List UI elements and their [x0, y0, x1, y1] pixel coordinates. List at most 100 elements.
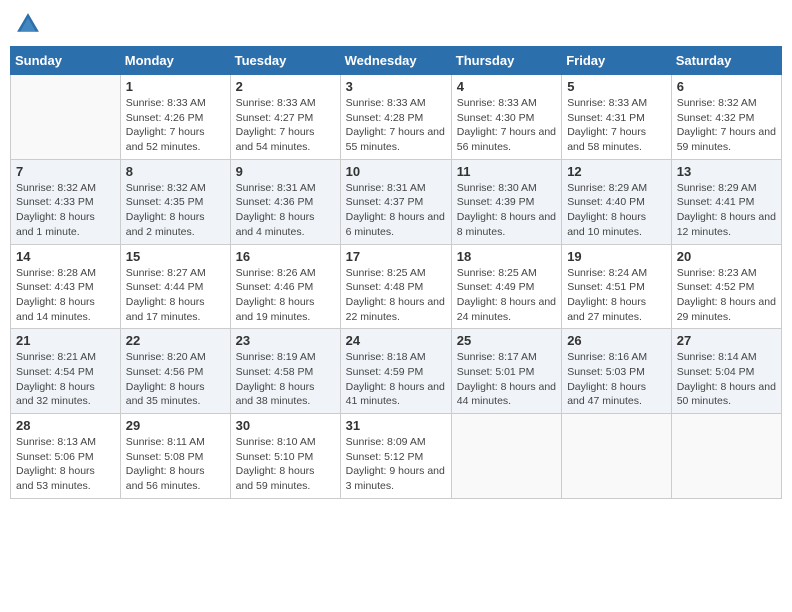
day-info: Sunrise: 8:33 AMSunset: 4:31 PMDaylight:… [567, 96, 666, 155]
day-number: 20 [677, 249, 776, 264]
calendar-week-row: 7 Sunrise: 8:32 AMSunset: 4:33 PMDaylight… [11, 159, 782, 244]
calendar-cell: 1 Sunrise: 8:33 AMSunset: 4:26 PMDaylight… [120, 75, 230, 160]
weekday-header-thursday: Thursday [451, 47, 561, 75]
day-info: Sunrise: 8:33 AMSunset: 4:28 PMDaylight:… [346, 96, 446, 155]
day-info: Sunrise: 8:31 AMSunset: 4:37 PMDaylight:… [346, 181, 446, 240]
weekday-header-friday: Friday [562, 47, 672, 75]
day-info: Sunrise: 8:16 AMSunset: 5:03 PMDaylight:… [567, 350, 666, 409]
calendar-cell: 19 Sunrise: 8:24 AMSunset: 4:51 PMDayligh… [562, 244, 672, 329]
day-number: 24 [346, 333, 446, 348]
calendar-cell: 24Sunrise: 8:18 AMSunset: 4:59 PMDayligh… [340, 329, 451, 414]
calendar-cell: 25 Sunrise: 8:17 AMSunset: 5:01 PMDayligh… [451, 329, 561, 414]
weekday-header-sunday: Sunday [11, 47, 121, 75]
calendar-week-row: 28 Sunrise: 8:13 AMSunset: 5:06 PMDayligh… [11, 414, 782, 499]
day-number: 4 [457, 79, 556, 94]
day-info: Sunrise: 8:30 AMSunset: 4:39 PMDaylight:… [457, 181, 556, 240]
calendar-cell [671, 414, 781, 499]
day-info: Sunrise: 8:31 AMSunset: 4:36 PMDaylight:… [236, 181, 335, 240]
day-info: Sunrise: 8:32 AMSunset: 4:33 PMDaylight:… [16, 181, 115, 240]
weekday-header-tuesday: Tuesday [230, 47, 340, 75]
day-info: Sunrise: 8:33 AMSunset: 4:30 PMDaylight:… [457, 96, 556, 155]
logo-icon [14, 10, 42, 38]
day-info: Sunrise: 8:11 AMSunset: 5:08 PMDaylight:… [126, 435, 225, 494]
calendar-cell: 11 Sunrise: 8:30 AMSunset: 4:39 PMDayligh… [451, 159, 561, 244]
calendar-cell: 8 Sunrise: 8:32 AMSunset: 4:35 PMDaylight… [120, 159, 230, 244]
weekday-header-row: SundayMondayTuesdayWednesdayThursdayFrid… [11, 47, 782, 75]
day-number: 1 [126, 79, 225, 94]
day-number: 14 [16, 249, 115, 264]
calendar-cell: 9 Sunrise: 8:31 AMSunset: 4:36 PMDaylight… [230, 159, 340, 244]
day-number: 28 [16, 418, 115, 433]
day-number: 11 [457, 164, 556, 179]
calendar-cell: 2Sunrise: 8:33 AMSunset: 4:27 PMDaylight… [230, 75, 340, 160]
day-info: Sunrise: 8:19 AMSunset: 4:58 PMDaylight:… [236, 350, 335, 409]
day-info: Sunrise: 8:29 AMSunset: 4:40 PMDaylight:… [567, 181, 666, 240]
day-info: Sunrise: 8:09 AMSunset: 5:12 PMDaylight:… [346, 435, 446, 494]
calendar-week-row: 14 Sunrise: 8:28 AMSunset: 4:43 PMDayligh… [11, 244, 782, 329]
calendar-cell: 20Sunrise: 8:23 AMSunset: 4:52 PMDayligh… [671, 244, 781, 329]
day-info: Sunrise: 8:14 AMSunset: 5:04 PMDaylight:… [677, 350, 776, 409]
calendar-cell: 29Sunrise: 8:11 AMSunset: 5:08 PMDayligh… [120, 414, 230, 499]
calendar-cell: 14 Sunrise: 8:28 AMSunset: 4:43 PMDayligh… [11, 244, 121, 329]
calendar-cell: 31 Sunrise: 8:09 AMSunset: 5:12 PMDayligh… [340, 414, 451, 499]
day-info: Sunrise: 8:29 AMSunset: 4:41 PMDaylight:… [677, 181, 776, 240]
calendar-week-row: 21Sunrise: 8:21 AMSunset: 4:54 PMDayligh… [11, 329, 782, 414]
day-number: 5 [567, 79, 666, 94]
calendar-cell: 12 Sunrise: 8:29 AMSunset: 4:40 PMDayligh… [562, 159, 672, 244]
calendar-cell: 21Sunrise: 8:21 AMSunset: 4:54 PMDayligh… [11, 329, 121, 414]
calendar-cell: 30 Sunrise: 8:10 AMSunset: 5:10 PMDayligh… [230, 414, 340, 499]
day-info: Sunrise: 8:28 AMSunset: 4:43 PMDaylight:… [16, 266, 115, 325]
calendar-cell: 23Sunrise: 8:19 AMSunset: 4:58 PMDayligh… [230, 329, 340, 414]
logo [14, 10, 46, 38]
day-info: Sunrise: 8:33 AMSunset: 4:26 PMDaylight:… [126, 96, 225, 155]
day-info: Sunrise: 8:10 AMSunset: 5:10 PMDaylight:… [236, 435, 335, 494]
calendar-week-row: 1 Sunrise: 8:33 AMSunset: 4:26 PMDaylight… [11, 75, 782, 160]
calendar-cell [451, 414, 561, 499]
day-number: 8 [126, 164, 225, 179]
day-number: 16 [236, 249, 335, 264]
day-number: 26 [567, 333, 666, 348]
calendar-cell: 27 Sunrise: 8:14 AMSunset: 5:04 PMDayligh… [671, 329, 781, 414]
day-info: Sunrise: 8:25 AMSunset: 4:49 PMDaylight:… [457, 266, 556, 325]
calendar-cell [562, 414, 672, 499]
day-info: Sunrise: 8:26 AMSunset: 4:46 PMDaylight:… [236, 266, 335, 325]
day-info: Sunrise: 8:13 AMSunset: 5:06 PMDaylight:… [16, 435, 115, 494]
calendar-cell: 7 Sunrise: 8:32 AMSunset: 4:33 PMDaylight… [11, 159, 121, 244]
calendar-cell: 13 Sunrise: 8:29 AMSunset: 4:41 PMDayligh… [671, 159, 781, 244]
day-number: 3 [346, 79, 446, 94]
day-number: 31 [346, 418, 446, 433]
calendar-cell: 22Sunrise: 8:20 AMSunset: 4:56 PMDayligh… [120, 329, 230, 414]
day-number: 9 [236, 164, 335, 179]
calendar-cell: 17 Sunrise: 8:25 AMSunset: 4:48 PMDayligh… [340, 244, 451, 329]
calendar-cell: 16 Sunrise: 8:26 AMSunset: 4:46 PMDayligh… [230, 244, 340, 329]
day-info: Sunrise: 8:17 AMSunset: 5:01 PMDaylight:… [457, 350, 556, 409]
day-info: Sunrise: 8:24 AMSunset: 4:51 PMDaylight:… [567, 266, 666, 325]
day-number: 12 [567, 164, 666, 179]
weekday-header-monday: Monday [120, 47, 230, 75]
day-info: Sunrise: 8:27 AMSunset: 4:44 PMDaylight:… [126, 266, 225, 325]
calendar-cell: 10 Sunrise: 8:31 AMSunset: 4:37 PMDayligh… [340, 159, 451, 244]
day-number: 15 [126, 249, 225, 264]
day-info: Sunrise: 8:32 AMSunset: 4:35 PMDaylight:… [126, 181, 225, 240]
calendar-cell: 28 Sunrise: 8:13 AMSunset: 5:06 PMDayligh… [11, 414, 121, 499]
day-info: Sunrise: 8:25 AMSunset: 4:48 PMDaylight:… [346, 266, 446, 325]
day-number: 7 [16, 164, 115, 179]
calendar-cell [11, 75, 121, 160]
day-info: Sunrise: 8:20 AMSunset: 4:56 PMDaylight:… [126, 350, 225, 409]
calendar-cell: 26 Sunrise: 8:16 AMSunset: 5:03 PMDayligh… [562, 329, 672, 414]
day-number: 13 [677, 164, 776, 179]
calendar-table: SundayMondayTuesdayWednesdayThursdayFrid… [10, 46, 782, 499]
day-number: 17 [346, 249, 446, 264]
weekday-header-saturday: Saturday [671, 47, 781, 75]
day-number: 6 [677, 79, 776, 94]
day-info: Sunrise: 8:32 AMSunset: 4:32 PMDaylight:… [677, 96, 776, 155]
day-number: 27 [677, 333, 776, 348]
day-number: 21 [16, 333, 115, 348]
day-number: 30 [236, 418, 335, 433]
day-number: 18 [457, 249, 556, 264]
weekday-header-wednesday: Wednesday [340, 47, 451, 75]
day-number: 19 [567, 249, 666, 264]
day-number: 25 [457, 333, 556, 348]
calendar-cell: 18 Sunrise: 8:25 AMSunset: 4:49 PMDayligh… [451, 244, 561, 329]
day-number: 10 [346, 164, 446, 179]
